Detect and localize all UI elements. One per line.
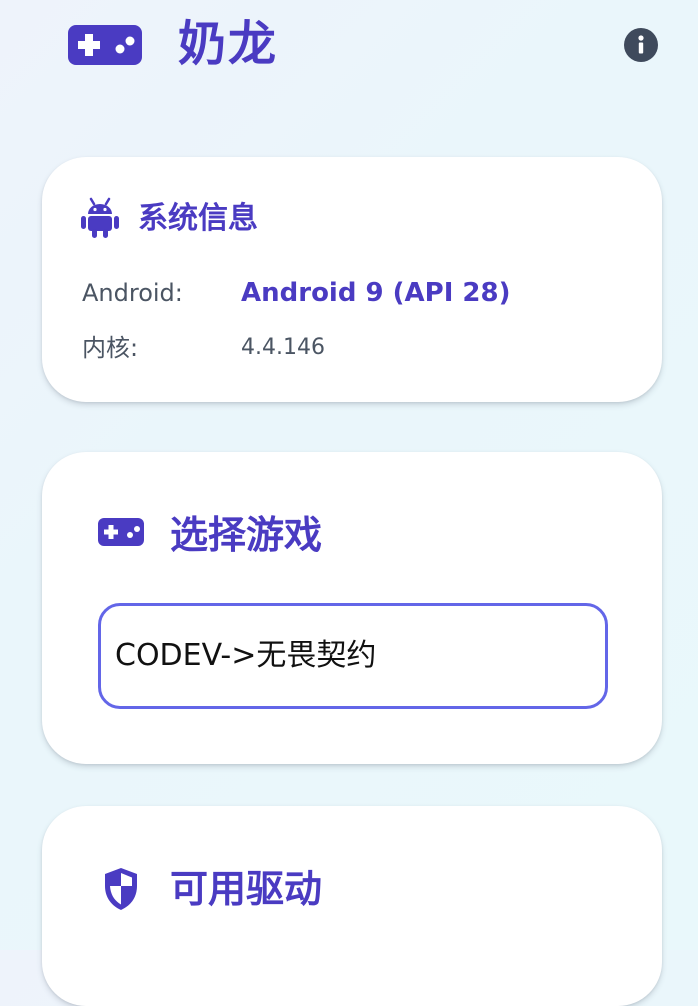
drivers-title: 可用驱动 <box>170 867 323 911</box>
android-version-row: Android: Android 9 (API 28) <box>82 273 642 313</box>
app-header: 奶龙 <box>0 0 698 100</box>
gamepad-icon <box>98 518 144 546</box>
game-select-title: 选择游戏 <box>170 513 323 557</box>
android-label: Android: <box>82 279 183 307</box>
info-button[interactable] <box>624 28 658 62</box>
app-title: 奶龙 <box>178 16 279 72</box>
android-icon <box>81 197 119 238</box>
system-info-title: 系统信息 <box>138 201 258 236</box>
android-value: Android 9 (API 28) <box>241 278 511 308</box>
kernel-value: 4.4.146 <box>241 335 325 360</box>
game-select-dropdown[interactable]: CODEV->无畏契约 <box>98 603 608 709</box>
drivers-card: 可用驱动 <box>42 806 662 1006</box>
shield-icon <box>105 868 137 910</box>
kernel-label: 内核: <box>82 334 139 362</box>
gamepad-icon <box>68 25 142 65</box>
system-info-card: 系统信息 Android: Android 9 (API 28) 内核: 4.4… <box>42 157 662 402</box>
game-select-value: CODEV->无畏契约 <box>115 638 377 673</box>
game-select-card: 选择游戏 CODEV->无畏契约 <box>42 452 662 764</box>
kernel-version-row: 内核: 4.4.146 <box>82 328 642 368</box>
info-icon <box>638 35 644 54</box>
